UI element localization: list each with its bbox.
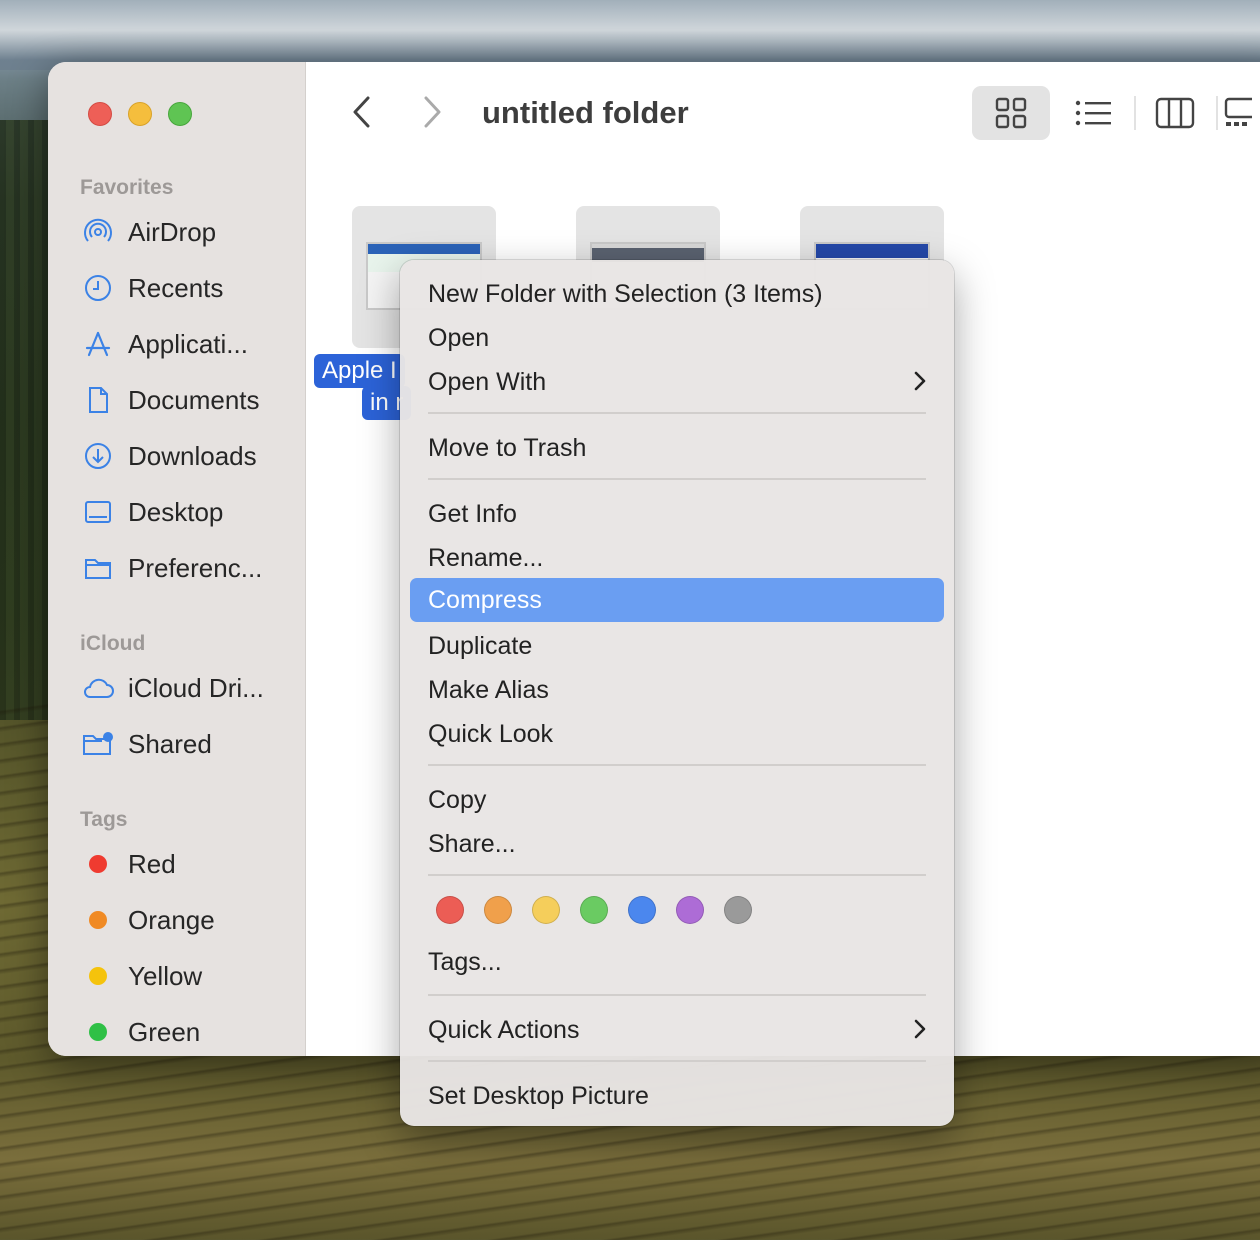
sidebar-item-airdrop[interactable]: AirDrop (80, 212, 300, 252)
gallery-icon (1224, 97, 1252, 126)
sidebar-item-label: Downloads (128, 440, 257, 471)
menu-separator (428, 764, 926, 766)
zoom-button[interactable] (168, 102, 192, 126)
tag-green-swatch[interactable] (580, 896, 608, 924)
context-menu: New Folder with Selection (3 Items) Open… (400, 260, 954, 1126)
grid-icon (995, 97, 1027, 129)
menu-item-label: Quick Actions (428, 1015, 580, 1044)
chevron-right-icon (914, 371, 926, 391)
applications-icon (80, 328, 116, 360)
sidebar-item-icloud-drive[interactable]: iCloud Dri... (80, 668, 300, 708)
sidebar-item-label: Green (128, 1016, 201, 1047)
menu-item-duplicate[interactable]: Duplicate (410, 624, 944, 668)
tag-yellow-swatch[interactable] (532, 896, 560, 924)
wallpaper-sky (0, 0, 1260, 70)
sidebar-item-preferences[interactable]: Preferenc... (80, 548, 300, 588)
sidebar-item-label: Yellow (128, 960, 203, 991)
menu-item-quick-look[interactable]: Quick Look (410, 712, 944, 756)
selected-file-name[interactable]: Apple I (314, 354, 405, 388)
sidebar-item-documents[interactable]: Documents (80, 380, 300, 420)
menu-item-open-with[interactable]: Open With (410, 360, 944, 404)
sidebar-tag-yellow[interactable]: Yellow (80, 956, 300, 996)
icon-view-button[interactable] (972, 86, 1050, 140)
menu-separator (428, 478, 926, 480)
menu-item-quick-actions[interactable]: Quick Actions (410, 1008, 944, 1052)
tag-purple-swatch[interactable] (676, 896, 704, 924)
forward-button[interactable] (420, 94, 444, 135)
menu-item-label: Open With (428, 367, 547, 396)
menu-item-new-folder-with-selection[interactable]: New Folder with Selection (3 Items) (410, 272, 944, 316)
menu-item-tags[interactable]: Tags... (410, 940, 944, 984)
chevron-right-icon (914, 1019, 926, 1039)
menu-item-move-to-trash[interactable]: Move to Trash (410, 426, 944, 470)
back-button[interactable] (350, 94, 374, 135)
tag-red-swatch[interactable] (436, 896, 464, 924)
sidebar-tag-red[interactable]: Red (80, 844, 300, 884)
menu-item-share[interactable]: Share... (410, 822, 944, 866)
minimize-button[interactable] (128, 102, 152, 126)
tag-color-picker (436, 896, 752, 924)
list-view-button[interactable] (1054, 86, 1132, 140)
sidebar-item-label: Desktop (128, 496, 224, 527)
gallery-view-button[interactable] (1222, 86, 1260, 140)
icloud-section-title: iCloud (80, 632, 146, 655)
tag-dot-icon (89, 855, 107, 873)
sidebar-item-label: Shared (128, 728, 212, 759)
chevron-right-icon (424, 96, 441, 128)
menu-item-get-info[interactable]: Get Info (410, 492, 944, 536)
tag-dot-icon (89, 967, 107, 985)
columns-icon (1155, 97, 1195, 129)
sidebar-item-desktop[interactable]: Desktop (80, 492, 300, 532)
sidebar-item-applications[interactable]: Applicati... (80, 324, 300, 364)
sidebar-item-shared[interactable]: Shared (80, 724, 300, 764)
folder-icon (80, 552, 116, 584)
sidebar-item-downloads[interactable]: Downloads (80, 436, 300, 476)
cloud-icon (80, 672, 116, 704)
shared-folder-icon (80, 728, 116, 760)
menu-item-compress[interactable]: Compress (410, 578, 944, 622)
sidebar: Favorites AirDrop Recents Applicati... D… (48, 62, 306, 1056)
favorites-section-title: Favorites (80, 176, 174, 199)
menu-separator (428, 1060, 926, 1062)
list-icon (1075, 100, 1111, 126)
tag-orange-swatch[interactable] (484, 896, 512, 924)
sidebar-tag-green[interactable]: Green (80, 1012, 300, 1052)
sidebar-item-label: Preferenc... (128, 552, 263, 583)
sidebar-item-label: Orange (128, 904, 215, 935)
menu-item-set-desktop-picture[interactable]: Set Desktop Picture (410, 1074, 944, 1118)
menu-separator (428, 994, 926, 996)
window-controls (88, 102, 192, 126)
window-title: untitled folder (482, 95, 689, 130)
sidebar-tag-orange[interactable]: Orange (80, 900, 300, 940)
sidebar-item-label: iCloud Dri... (128, 672, 264, 703)
column-view-button[interactable] (1136, 86, 1214, 140)
airdrop-icon (80, 216, 116, 248)
sidebar-item-label: Documents (128, 384, 260, 415)
download-icon (80, 440, 116, 472)
toolbar-divider (1216, 96, 1218, 130)
menu-item-rename[interactable]: Rename... (410, 536, 944, 580)
menu-separator (428, 874, 926, 876)
tag-gray-swatch[interactable] (724, 896, 752, 924)
desktop-icon (80, 496, 116, 528)
menu-item-make-alias[interactable]: Make Alias (410, 668, 944, 712)
menu-item-open[interactable]: Open (410, 316, 944, 360)
menu-separator (428, 412, 926, 414)
sidebar-item-label: Recents (128, 272, 224, 303)
tag-dot-icon (89, 1023, 107, 1041)
tag-blue-swatch[interactable] (628, 896, 656, 924)
sidebar-item-recents[interactable]: Recents (80, 268, 300, 308)
clock-icon (80, 272, 116, 304)
menu-item-copy[interactable]: Copy (410, 778, 944, 822)
sidebar-item-label: Applicati... (128, 328, 248, 359)
close-button[interactable] (88, 102, 112, 126)
sidebar-item-label: Red (128, 848, 176, 879)
sidebar-item-label: AirDrop (128, 216, 217, 247)
tags-section-title: Tags (80, 808, 128, 831)
chevron-left-icon (353, 96, 370, 128)
tag-dot-icon (89, 911, 107, 929)
document-icon (80, 384, 116, 416)
